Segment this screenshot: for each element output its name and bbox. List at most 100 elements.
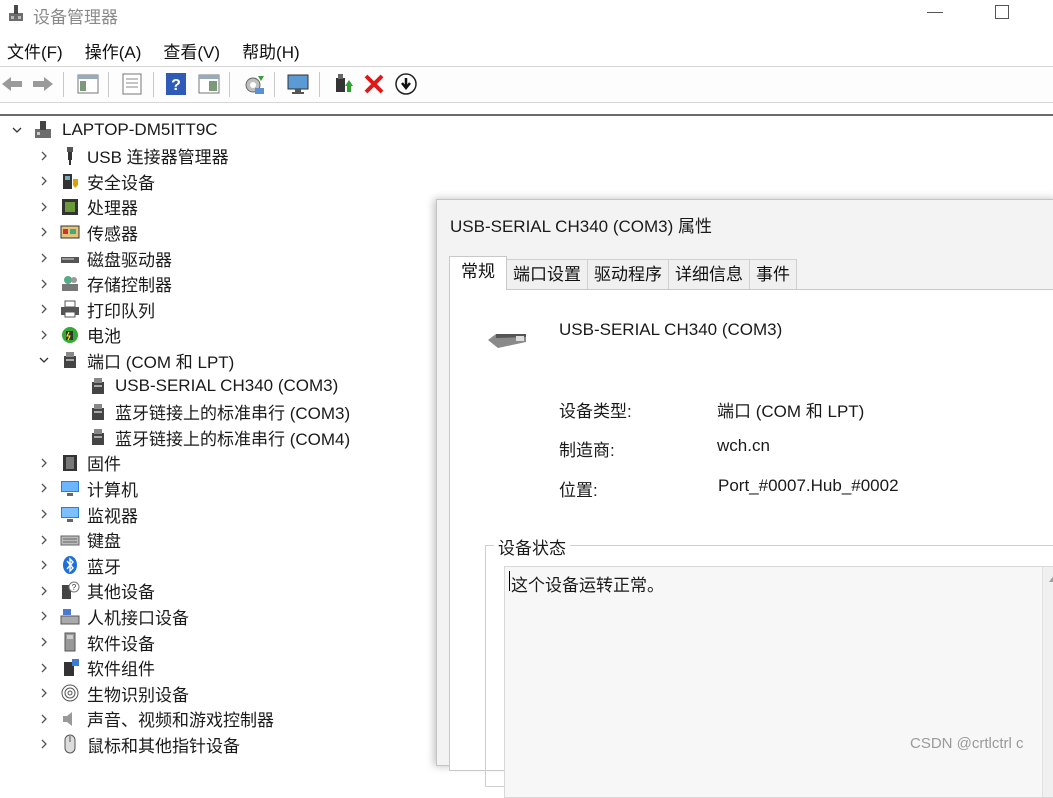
monitor-icon[interactable] — [286, 72, 310, 96]
action-view-icon[interactable] — [197, 72, 221, 96]
toolbar-separator — [229, 72, 230, 97]
tree-item-10[interactable]: 计算机 — [37, 476, 138, 500]
menu-help[interactable]: 帮助(H) — [234, 36, 308, 64]
chevron-right-icon[interactable] — [37, 558, 51, 572]
chevron-right-icon[interactable] — [37, 533, 51, 547]
tree-item-0[interactable]: USB 连接器管理器 — [37, 144, 229, 168]
chevron-right-icon[interactable] — [37, 635, 51, 649]
chevron-right-icon[interactable] — [37, 712, 51, 726]
chevron-right-icon[interactable] — [37, 200, 51, 214]
chevron-right-icon[interactable] — [37, 149, 51, 163]
tab-general[interactable]: 常规 — [449, 256, 507, 290]
tree-item-label: 生物识别设备 — [87, 685, 189, 705]
menu-file[interactable]: 文件(F) — [0, 36, 71, 64]
chevron-right-icon[interactable] — [37, 251, 51, 265]
maximize-button[interactable] — [995, 5, 1009, 19]
menu-view[interactable]: 查看(V) — [155, 36, 228, 64]
chevron-right-icon[interactable] — [37, 277, 51, 291]
tree-item-16[interactable]: 软件设备 — [37, 630, 155, 654]
chevron-right-icon[interactable] — [37, 737, 51, 751]
toolbar-separator — [153, 72, 154, 97]
tree-item-17[interactable]: 软件组件 — [37, 656, 155, 680]
chevron-down-icon[interactable] — [37, 353, 51, 367]
tree-item-label: 端口 (COM 和 LPT) — [87, 352, 235, 372]
tree-item-label: 电池 — [87, 327, 121, 347]
other-device-icon: ? — [62, 581, 80, 599]
tree-item-19[interactable]: 声音、视频和游戏控制器 — [37, 707, 274, 731]
port-icon — [64, 352, 76, 369]
properties-view-icon[interactable] — [76, 72, 100, 96]
chevron-right-icon[interactable] — [37, 609, 51, 623]
tree-item-6[interactable]: 打印队列 — [37, 297, 155, 321]
tree-item-7[interactable]: 电池 — [37, 323, 121, 347]
tree-item-15[interactable]: 人机接口设备 — [37, 604, 189, 628]
tree-item-9[interactable]: 固件 — [37, 451, 121, 475]
mouse-icon — [64, 734, 76, 754]
device-manager-icon — [9, 5, 23, 21]
tree-item-label: 传感器 — [87, 224, 138, 244]
tree-item-label: 软件组件 — [87, 660, 155, 680]
bluetooth-icon — [63, 556, 77, 575]
usb-icon — [67, 146, 73, 165]
software-component-icon — [64, 658, 79, 676]
scan-hardware-icon[interactable] — [242, 72, 266, 96]
chevron-right-icon[interactable] — [37, 481, 51, 495]
general-tab-page: USB-SERIAL CH340 (COM3) 设备类型: 端口 (COM 和 … — [449, 289, 1053, 798]
tree-item-3[interactable]: 传感器 — [37, 220, 138, 244]
menu-action[interactable]: 操作(A) — [77, 36, 150, 64]
device-name: USB-SERIAL CH340 (COM3) — [559, 320, 783, 339]
tree-item-label: 蓝牙 — [87, 557, 121, 577]
minimize-button[interactable] — [927, 12, 943, 13]
tree-item-12[interactable]: 键盘 — [37, 528, 121, 552]
tree-child-label: USB-SERIAL CH340 (COM3) — [115, 376, 339, 395]
tab-port-settings[interactable]: 端口设置 — [506, 259, 588, 290]
tab-events[interactable]: 事件 — [749, 259, 797, 290]
chevron-right-icon[interactable] — [37, 507, 51, 521]
tab-details[interactable]: 详细信息 — [668, 259, 750, 290]
chevron-right-icon[interactable] — [37, 328, 51, 342]
update-driver-icon[interactable] — [331, 72, 355, 96]
status-scrollbar[interactable] — [1042, 567, 1053, 797]
chevron-right-icon[interactable] — [37, 302, 51, 316]
tree-item-label: 磁盘驱动器 — [87, 250, 172, 270]
manufacturer-label: 制造商: — [559, 441, 615, 460]
tree-item-label: 其他设备 — [87, 583, 155, 603]
chevron-right-icon[interactable] — [37, 584, 51, 598]
properties-dialog: USB-SERIAL CH340 (COM3) 属性 常规 端口设置 驱动程序 … — [436, 199, 1053, 798]
uninstall-icon[interactable] — [362, 72, 386, 96]
chevron-right-icon[interactable] — [37, 686, 51, 700]
tree-root[interactable]: LAPTOP-DM5ITT9C — [10, 118, 218, 142]
tree-item-13[interactable]: 蓝牙 — [37, 553, 121, 577]
software-device-icon — [64, 632, 76, 652]
tab-driver[interactable]: 驱动程序 — [587, 259, 669, 290]
tree-child-item[interactable]: 蓝牙链接上的标准串行 (COM3) — [88, 400, 350, 424]
tree-item-14[interactable]: ? 其他设备 — [37, 579, 155, 603]
tree-child-item[interactable]: 蓝牙链接上的标准串行 (COM4) — [88, 425, 350, 449]
tree-item-20[interactable]: 鼠标和其他指针设备 — [37, 732, 240, 756]
keyboard-icon — [60, 535, 80, 546]
disable-icon[interactable] — [394, 72, 418, 96]
forward-icon[interactable] — [31, 72, 55, 96]
tree-item-4[interactable]: 磁盘驱动器 — [37, 246, 172, 270]
chevron-right-icon[interactable] — [37, 225, 51, 239]
tree-item-5[interactable]: 存储控制器 — [37, 272, 172, 296]
device-status-text: 这个设备运转正常。 — [511, 576, 664, 595]
tree-child-label: 蓝牙链接上的标准串行 (COM3) — [115, 404, 351, 424]
scroll-up-arrow-icon[interactable] — [1049, 575, 1053, 582]
tree-item-1[interactable]: 安全设备 — [37, 169, 155, 193]
chevron-right-icon[interactable] — [37, 174, 51, 188]
list-icon[interactable] — [120, 72, 144, 96]
tree-child-label: 蓝牙链接上的标准串行 (COM4) — [115, 429, 351, 449]
tree-item-11[interactable]: 监视器 — [37, 502, 138, 526]
chevron-down-icon[interactable] — [10, 123, 24, 137]
help-icon[interactable]: ? — [164, 72, 188, 96]
device-status-textbox[interactable]: 这个设备运转正常。 — [504, 566, 1053, 798]
chevron-right-icon[interactable] — [37, 456, 51, 470]
back-icon[interactable] — [0, 72, 24, 96]
tree-item-label: 安全设备 — [87, 173, 155, 193]
chevron-right-icon[interactable] — [37, 661, 51, 675]
tree-child-item[interactable]: USB-SERIAL CH340 (COM3) — [88, 374, 338, 398]
tree-item-18[interactable]: 生物识别设备 — [37, 681, 189, 705]
tree-item-2[interactable]: 处理器 — [37, 195, 138, 219]
tree-item-8[interactable]: 端口 (COM 和 LPT) — [37, 348, 234, 372]
